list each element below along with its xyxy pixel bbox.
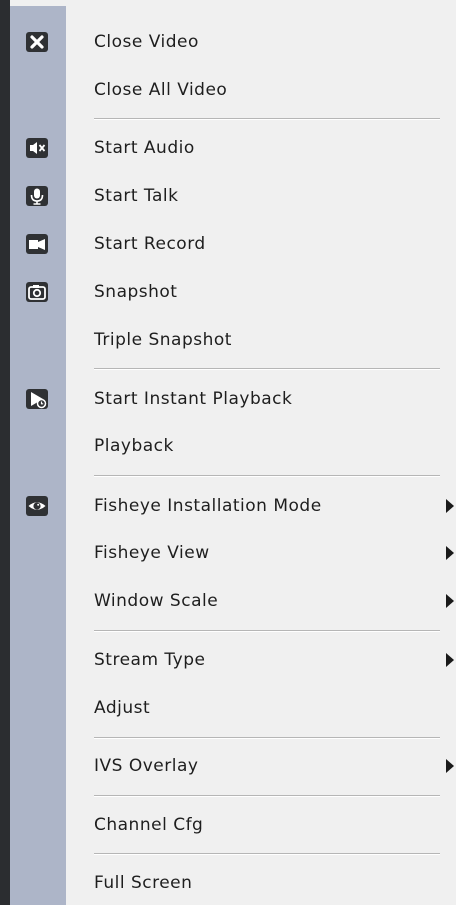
menu-item-start-instant-playback[interactable]: Start Instant Playback — [66, 379, 456, 419]
video-camera-icon — [24, 233, 50, 255]
microphone-icon — [24, 185, 50, 207]
menu-item-label: Window Scale — [94, 591, 219, 611]
submenu-arrow-icon — [446, 499, 454, 513]
menu-item-fisheye-installation-mode[interactable]: Fisheye Installation Mode — [66, 486, 456, 526]
menu-item-snapshot[interactable]: Snapshot — [66, 272, 456, 312]
menu-separator — [94, 368, 440, 370]
menu-item-label: Channel Cfg — [94, 815, 204, 835]
close-icon — [24, 31, 50, 53]
menu-item-stream-type[interactable]: Stream Type — [66, 640, 456, 680]
menu-item-label: Close Video — [94, 32, 199, 52]
menu-item-window-scale[interactable]: Window Scale — [66, 581, 456, 621]
menu-item-close-all-video[interactable]: Close All Video — [66, 70, 456, 110]
menu-item-ivs-overlay[interactable]: IVS Overlay — [66, 746, 456, 786]
menu-separator — [94, 118, 440, 120]
menu-item-label: Full Screen — [94, 873, 193, 893]
menu-separator — [94, 737, 440, 739]
submenu-arrow-icon — [446, 546, 454, 560]
menu-item-label: Fisheye Installation Mode — [94, 496, 322, 516]
menu-item-playback[interactable]: Playback — [66, 426, 456, 466]
menu-item-label: IVS Overlay — [94, 756, 199, 776]
menu-separator — [94, 630, 440, 632]
menu-item-triple-snapshot[interactable]: Triple Snapshot — [66, 320, 456, 360]
menu-item-start-audio[interactable]: Start Audio — [66, 128, 456, 168]
instant-playback-icon — [24, 388, 50, 410]
icon-gutter — [10, 0, 66, 905]
menu-item-fisheye-view[interactable]: Fisheye View — [66, 533, 456, 573]
submenu-arrow-icon — [446, 759, 454, 773]
menu-separator — [94, 795, 440, 797]
eye-icon — [24, 495, 50, 517]
menu-item-adjust[interactable]: Adjust — [66, 688, 456, 728]
menu-item-label: Start Instant Playback — [94, 389, 293, 409]
menu-item-label: Fisheye View — [94, 543, 210, 563]
menu-item-start-talk[interactable]: Start Talk — [66, 176, 456, 216]
menu-separator — [94, 475, 440, 477]
menu-item-full-screen[interactable]: Full Screen — [66, 863, 456, 903]
menu-item-close-video[interactable]: Close Video — [66, 22, 456, 62]
menu-top-border — [10, 0, 456, 6]
menu-item-label: Triple Snapshot — [94, 330, 232, 350]
left-edge — [0, 0, 10, 905]
menu-item-label: Snapshot — [94, 282, 178, 302]
menu-item-label: Stream Type — [94, 650, 206, 670]
menu-item-label: Start Record — [94, 234, 206, 254]
menu-item-label: Playback — [94, 436, 174, 456]
submenu-arrow-icon — [446, 594, 454, 608]
context-menu: Close Video Close All Video Start Audio … — [0, 0, 456, 905]
menu-item-label: Start Audio — [94, 138, 195, 158]
menu-item-channel-cfg[interactable]: Channel Cfg — [66, 805, 456, 845]
menu-item-label: Close All Video — [94, 80, 228, 100]
speaker-muted-icon — [24, 137, 50, 159]
menu-item-label: Adjust — [94, 698, 151, 718]
camera-icon — [24, 281, 50, 303]
menu-separator — [94, 853, 440, 855]
menu-item-start-record[interactable]: Start Record — [66, 224, 456, 264]
submenu-arrow-icon — [446, 653, 454, 667]
menu-item-label: Start Talk — [94, 186, 179, 206]
